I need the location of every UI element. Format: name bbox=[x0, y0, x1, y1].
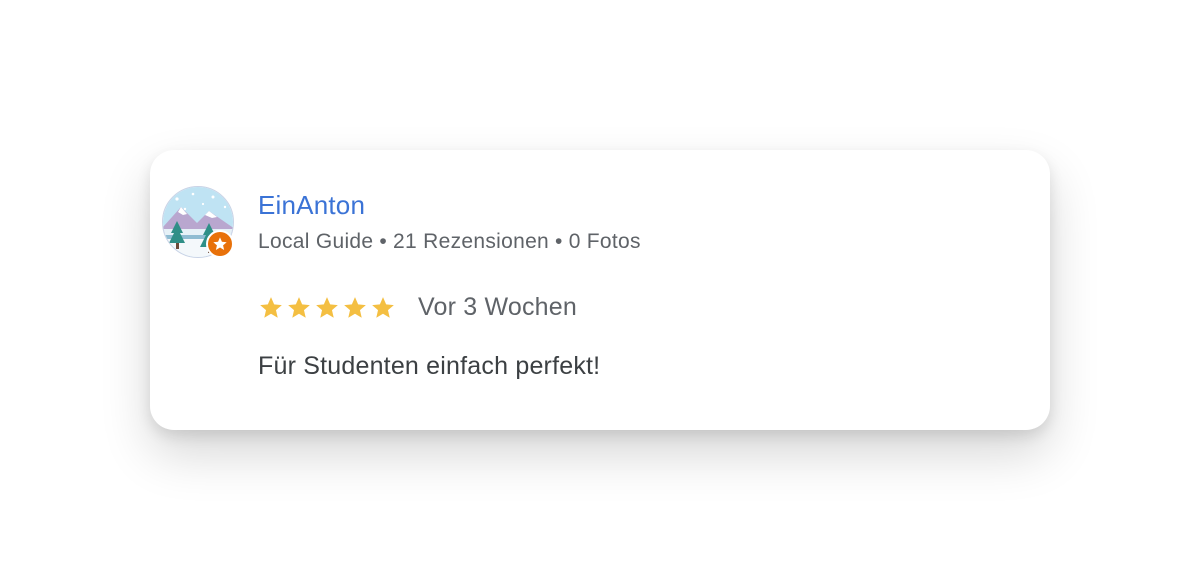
star-icon bbox=[260, 296, 282, 318]
meta-separator: • bbox=[555, 230, 563, 253]
page: EinAnton Local Guide • 21 Rezensionen • 0 Fo… bbox=[0, 0, 1200, 580]
review-count: 21 Rezensionen bbox=[393, 230, 550, 253]
review-text: Für Studenten einfach perfekt! bbox=[258, 352, 601, 380]
star-icon bbox=[316, 296, 338, 318]
meta-separator: • bbox=[379, 230, 388, 253]
star-icon bbox=[288, 296, 310, 318]
star-icon bbox=[372, 296, 394, 318]
photo-count: 0 Fotos bbox=[568, 230, 641, 253]
rating-row: Vor 3 Wochen bbox=[258, 293, 577, 322]
review-card: EinAnton Local Guide • 21 Rezensionen • 0 Fo… bbox=[150, 150, 1050, 430]
star-icon bbox=[344, 296, 366, 318]
author-name-link[interactable]: EinAnton bbox=[258, 190, 365, 221]
local-guide-label: Local Guide bbox=[258, 230, 374, 253]
author-meta: Local Guide • 21 Rezensionen • 0 Fotos bbox=[258, 230, 641, 254]
author-avatar-link[interactable] bbox=[162, 186, 234, 258]
local-guide-star-badge-icon bbox=[213, 237, 227, 250]
review-time: Vor 3 Wochen bbox=[418, 293, 577, 321]
star-rating bbox=[258, 295, 396, 321]
local-guide-badge bbox=[206, 230, 234, 258]
